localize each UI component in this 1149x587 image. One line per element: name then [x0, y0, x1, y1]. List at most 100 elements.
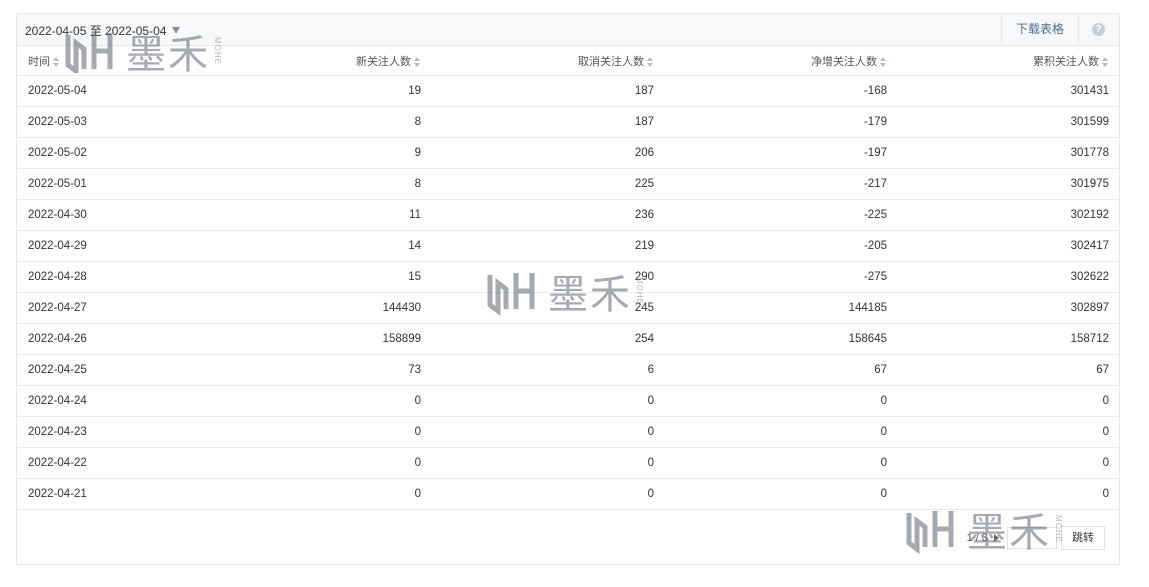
cell-date: 2022-04-21 [17, 478, 188, 510]
cell-cumulative-followers: 0 [887, 478, 1119, 510]
cell-net-growth: 0 [654, 447, 887, 479]
cell-cumulative-followers: 301431 [887, 75, 1119, 107]
cell-date: 2022-04-26 [17, 323, 188, 355]
column-header-label: 累积关注人数 [1033, 55, 1099, 68]
column-header-label: 新关注人数 [356, 55, 411, 68]
cell-net-growth: 0 [654, 385, 887, 417]
cell-new-followers: 8 [188, 168, 421, 200]
next-page-icon[interactable] [994, 534, 999, 542]
table-row: 2022-04-29 14 219 -205 302417 [17, 230, 1119, 262]
column-header-label: 净增关注人数 [811, 55, 877, 68]
sort-icon[interactable] [1102, 56, 1109, 67]
cell-net-growth: 0 [654, 416, 887, 448]
cell-unfollows: 187 [421, 106, 654, 138]
data-table: 时间 新关注人数 取消关注人数 净增关注人数 累积关注人数 2022-05-04 19 18… [17, 46, 1119, 510]
cell-net-growth: 158645 [654, 323, 887, 355]
page-jump-input[interactable] [1007, 527, 1057, 549]
cell-new-followers: 8 [188, 106, 421, 138]
question-circle-icon[interactable]: ? [1092, 23, 1105, 36]
table-row: 2022-04-24 0 0 0 0 [17, 385, 1119, 417]
column-header-cumulative-followers[interactable]: 累积关注人数 [887, 46, 1119, 76]
column-header-label: 取消关注人数 [578, 55, 644, 68]
cell-unfollows: 206 [421, 137, 654, 169]
sort-icon[interactable] [647, 56, 654, 67]
cell-net-growth: -217 [654, 168, 887, 200]
cell-new-followers: 144430 [188, 292, 421, 324]
column-header-new-followers[interactable]: 新关注人数 [188, 46, 421, 76]
cell-net-growth: -205 [654, 230, 887, 262]
cell-net-growth: -179 [654, 106, 887, 138]
cell-date: 2022-04-22 [17, 447, 188, 479]
caret-down-icon [172, 27, 181, 34]
cell-date: 2022-05-02 [17, 137, 188, 169]
cell-date: 2022-04-29 [17, 230, 188, 262]
download-table-button[interactable]: 下载表格 [1000, 14, 1079, 45]
sort-icon[interactable] [53, 56, 60, 67]
table-row: 2022-04-26 158899 254 158645 158712 [17, 323, 1119, 355]
cell-new-followers: 19 [188, 75, 421, 107]
cell-unfollows: 245 [421, 292, 654, 324]
cell-date: 2022-05-04 [17, 75, 188, 107]
cell-unfollows: 254 [421, 323, 654, 355]
cell-cumulative-followers: 0 [887, 416, 1119, 448]
cell-net-growth: -168 [654, 75, 887, 107]
cell-cumulative-followers: 302622 [887, 261, 1119, 293]
cell-new-followers: 73 [188, 354, 421, 386]
table-row: 2022-04-21 0 0 0 0 [17, 478, 1119, 510]
table-row: 2022-04-28 15 290 -275 302622 [17, 261, 1119, 293]
cell-unfollows: 0 [421, 478, 654, 510]
column-header-unfollows[interactable]: 取消关注人数 [421, 46, 654, 76]
cell-net-growth: 144185 [654, 292, 887, 324]
table-body: 2022-05-04 19 187 -168 301431 2022-05-03 8 187-… [17, 75, 1119, 510]
table-row: 2022-04-27 144430 245 144185 302897 [17, 292, 1119, 324]
table-toolbar: 2022-04-05 至 2022-05-04 下载表格 ? [17, 14, 1119, 46]
cell-date: 2022-04-23 [17, 416, 188, 448]
page-indicator: 1 / 3 [966, 532, 988, 544]
table-row: 2022-04-23 0 0 0 0 [17, 416, 1119, 448]
cell-unfollows: 6 [421, 354, 654, 386]
cell-cumulative-followers: 301975 [887, 168, 1119, 200]
cell-new-followers: 14 [188, 230, 421, 262]
cell-new-followers: 0 [188, 385, 421, 417]
cell-new-followers: 9 [188, 137, 421, 169]
sort-icon[interactable] [880, 56, 887, 67]
cell-net-growth: 67 [654, 354, 887, 386]
data-table-panel: 2022-04-05 至 2022-05-04 下载表格 ? 时间 新关注人数 取消… [16, 13, 1120, 565]
cell-date: 2022-04-28 [17, 261, 188, 293]
cell-new-followers: 158899 [188, 323, 421, 355]
cell-cumulative-followers: 0 [887, 385, 1119, 417]
cell-cumulative-followers: 302417 [887, 230, 1119, 262]
cell-cumulative-followers: 0 [887, 447, 1119, 479]
cell-unfollows: 225 [421, 168, 654, 200]
cell-date: 2022-04-24 [17, 385, 188, 417]
cell-unfollows: 219 [421, 230, 654, 262]
column-header-date[interactable]: 时间 [17, 46, 188, 76]
cell-unfollows: 0 [421, 447, 654, 479]
table-row: 2022-04-30 11 236 -225 302192 [17, 199, 1119, 231]
jump-button[interactable]: 跳转 [1061, 526, 1105, 550]
cell-new-followers: 0 [188, 478, 421, 510]
cell-cumulative-followers: 302897 [887, 292, 1119, 324]
cell-cumulative-followers: 302192 [887, 199, 1119, 231]
sort-icon[interactable] [414, 56, 421, 67]
date-range-picker[interactable]: 2022-04-05 至 2022-05-04 [25, 22, 181, 39]
column-header-label: 时间 [28, 55, 50, 68]
cell-date: 2022-04-25 [17, 354, 188, 386]
cell-net-growth: 0 [654, 478, 887, 510]
table-row: 2022-04-22 0 0 0 0 [17, 447, 1119, 479]
cell-net-growth: -197 [654, 137, 887, 169]
table-row: 2022-04-25 73 6 67 67 [17, 354, 1119, 386]
cell-unfollows: 0 [421, 416, 654, 448]
cell-new-followers: 11 [188, 199, 421, 231]
cell-new-followers: 15 [188, 261, 421, 293]
cell-date: 2022-04-30 [17, 199, 188, 231]
cell-unfollows: 236 [421, 199, 654, 231]
cell-unfollows: 187 [421, 75, 654, 107]
cell-net-growth: -275 [654, 261, 887, 293]
cell-cumulative-followers: 158712 [887, 323, 1119, 355]
cell-date: 2022-05-03 [17, 106, 188, 138]
cell-new-followers: 0 [188, 416, 421, 448]
cell-cumulative-followers: 301599 [887, 106, 1119, 138]
cell-date: 2022-05-01 [17, 168, 188, 200]
column-header-net-growth[interactable]: 净增关注人数 [654, 46, 887, 76]
